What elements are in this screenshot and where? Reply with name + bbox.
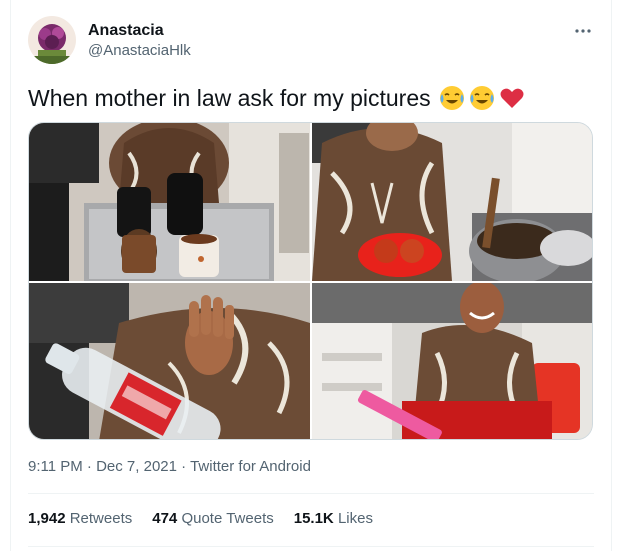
likes-label: Likes <box>337 510 373 527</box>
tweet-date[interactable]: Dec 7, 2021 <box>96 458 177 475</box>
tweet-meta: 9:11 PM · Dec 7, 2021 · Twitter for Andr… <box>28 457 311 477</box>
retweets-stat[interactable]: 1,942 Retweets <box>28 509 132 529</box>
likes-count: 15.1K <box>293 510 334 527</box>
retweets-count: 1,942 <box>28 510 66 527</box>
photo-cooking-at-stove-with-tomatoes[interactable] <box>312 123 592 281</box>
photo-hand-raised-with-bottle[interactable] <box>29 283 310 439</box>
meta-separator: · <box>86 458 92 475</box>
meta-separator: · <box>181 458 187 475</box>
tweet-text-row: When mother in law ask for my pictures <box>28 84 525 112</box>
quote-tweets-count: 474 <box>152 510 178 527</box>
tweet-time[interactable]: 9:11 PM <box>28 458 83 475</box>
divider <box>28 546 594 547</box>
red-heart-icon <box>499 85 525 111</box>
display-name[interactable]: Anastacia <box>88 21 164 41</box>
retweets-label: Retweets <box>69 510 133 527</box>
photo-tray-with-flasks-and-mugs[interactable] <box>29 123 310 281</box>
face-with-tears-of-joy-icon <box>439 85 465 111</box>
user-handle[interactable]: @AnastaciaHlk <box>88 41 191 61</box>
quote-tweets-label: Quote Tweets <box>181 510 274 527</box>
photo-smiling-with-pink-tablet[interactable] <box>312 283 592 439</box>
likes-stat[interactable]: 15.1K Likes <box>294 509 373 529</box>
avatar[interactable] <box>28 16 76 64</box>
quote-tweets-stat[interactable]: 474 Quote Tweets <box>152 509 273 529</box>
face-with-tears-of-joy-icon <box>469 85 495 111</box>
tweet-stats: 1,942 Retweets 474 Quote Tweets 15.1K Li… <box>28 509 373 529</box>
more-options-icon[interactable] <box>572 20 594 42</box>
tweet-text: When mother in law ask for my pictures <box>28 85 431 111</box>
tweet-source[interactable]: Twitter for Android <box>190 458 311 475</box>
media-grid <box>28 122 593 440</box>
divider <box>28 493 594 494</box>
